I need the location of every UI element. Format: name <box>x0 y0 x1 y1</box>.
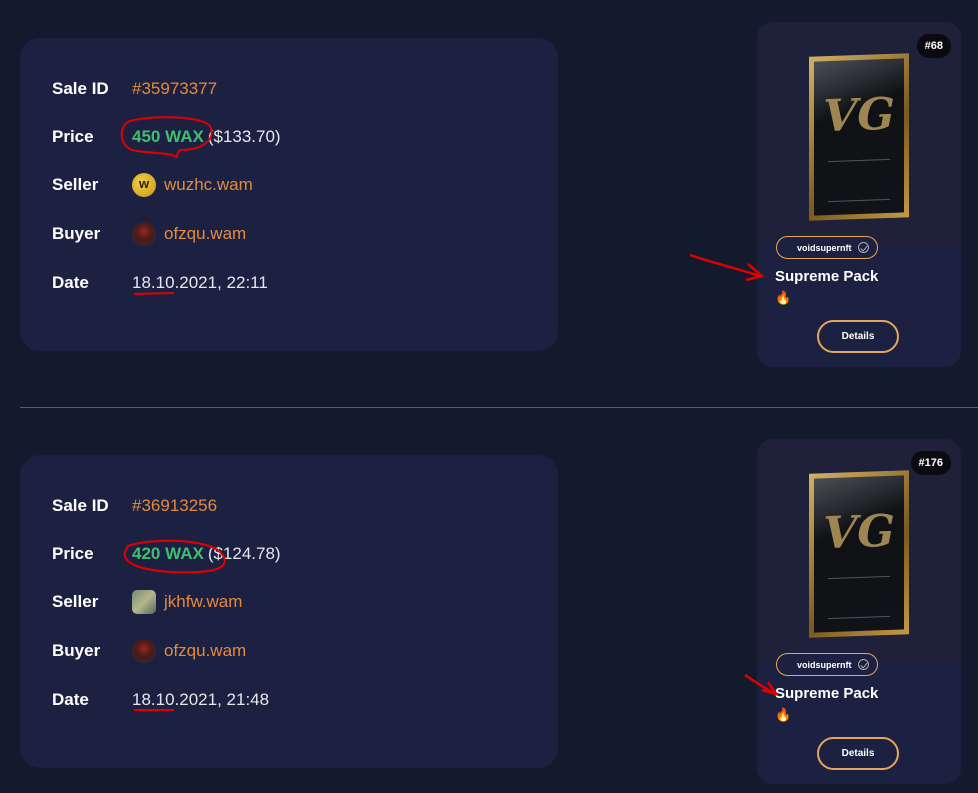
date-value: 18.10.2021, 22:11 <box>132 273 268 292</box>
sales-history-page: Sale ID #35973377 Price 450 WAX ($133.70… <box>0 0 978 793</box>
date-label: Date <box>52 690 89 709</box>
date-row: Date 18.10.2021, 22:11 <box>52 268 268 298</box>
mint-number-badge: #68 <box>916 34 951 58</box>
mint-number-badge: #176 <box>910 451 951 475</box>
pack-divider <box>828 198 890 203</box>
buyer-label: Buyer <box>52 641 101 660</box>
seller-avatar <box>132 590 156 614</box>
price-usd: ($124.78) <box>207 544 281 563</box>
sale-id-label: Sale ID <box>52 496 109 515</box>
pack-divider <box>828 158 890 163</box>
buyer-row: Buyer ofzqu.wam <box>52 636 246 666</box>
nft-name: Supreme Pack <box>775 268 879 285</box>
pack-divider <box>828 575 890 580</box>
price-row: Price 450 WAX ($133.70) <box>52 122 281 152</box>
collection-name: voidsupernft <box>797 242 852 253</box>
sale-id-row: Sale ID #36913256 <box>52 491 217 521</box>
date-label: Date <box>52 273 89 292</box>
sale-card: Sale ID #35973377 Price 450 WAX ($133.70… <box>20 38 558 351</box>
buyer-avatar <box>132 222 156 246</box>
pack-logo: VG <box>823 505 895 560</box>
sale-id-row: Sale ID #35973377 <box>52 74 217 104</box>
details-button[interactable]: Details <box>817 320 899 353</box>
nft-image: VG #176 <box>757 439 961 664</box>
nft-image: VG #68 <box>757 22 961 247</box>
seller-row: Seller jkhfw.wam <box>52 587 242 617</box>
price-label: Price <box>52 544 94 563</box>
verified-check-icon <box>857 242 869 253</box>
price-label: Price <box>52 127 94 146</box>
pack-image: VG <box>809 53 909 221</box>
pack-image: VG <box>809 470 909 638</box>
seller-row: Seller wuzhc.wam <box>52 170 253 200</box>
price-wax: 420 WAX <box>132 544 204 563</box>
seller-label: Seller <box>52 175 99 194</box>
fire-icon: 🔥 <box>775 707 792 722</box>
pack-divider <box>828 615 890 620</box>
nft-card[interactable]: VG #68 voidsupernft Supreme Pack 🔥 Detai… <box>757 22 961 367</box>
arrow-mark <box>689 253 761 278</box>
nft-card[interactable]: VG #176 voidsupernft Supreme Pack 🔥 Deta… <box>757 439 961 784</box>
fire-icon: 🔥 <box>775 290 792 305</box>
details-button[interactable]: Details <box>817 737 899 770</box>
sale-id-link[interactable]: #36913256 <box>132 496 217 516</box>
seller-link[interactable]: wuzhc.wam <box>164 175 253 195</box>
seller-label: Seller <box>52 592 99 611</box>
buyer-row: Buyer ofzqu.wam <box>52 219 246 249</box>
sale-id-label: Sale ID <box>52 79 109 98</box>
date-value: 18.10.2021, 21:48 <box>132 690 270 709</box>
nft-name: Supreme Pack <box>775 685 879 702</box>
buyer-label: Buyer <box>52 224 101 243</box>
seller-avatar <box>132 173 156 197</box>
price-wax: 450 WAX <box>132 127 204 146</box>
date-row: Date 18.10.2021, 21:48 <box>52 685 269 715</box>
buyer-link[interactable]: ofzqu.wam <box>164 224 246 244</box>
pack-logo: VG <box>823 88 895 143</box>
verified-check-icon <box>857 659 869 670</box>
buyer-avatar <box>132 639 156 663</box>
price-row: Price 420 WAX ($124.78) <box>52 539 281 569</box>
collection-pill[interactable]: voidsupernft <box>776 653 878 676</box>
seller-link[interactable]: jkhfw.wam <box>164 592 242 612</box>
sale-card: Sale ID #36913256 Price 420 WAX ($124.78… <box>20 455 558 768</box>
section-divider <box>20 407 978 408</box>
buyer-link[interactable]: ofzqu.wam <box>164 641 246 661</box>
collection-pill[interactable]: voidsupernft <box>776 236 878 259</box>
price-usd: ($133.70) <box>207 127 281 146</box>
sale-id-link[interactable]: #35973377 <box>132 79 217 99</box>
collection-name: voidsupernft <box>797 659 852 670</box>
